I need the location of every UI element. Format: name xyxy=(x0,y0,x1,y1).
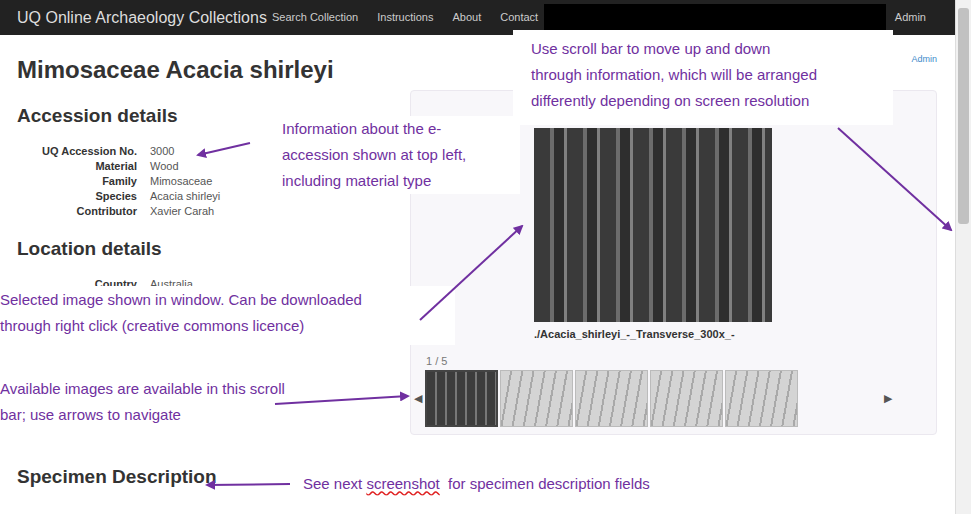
annotation-line: accession shown at top left, xyxy=(282,142,518,168)
note-part: for specimen description fields xyxy=(440,475,650,492)
annotation-line: Use scroll bar to move up and down xyxy=(531,36,893,62)
footer-note: See next screenshot for specimen descrip… xyxy=(303,471,652,497)
note-part: See next xyxy=(303,475,366,492)
prev-arrow-icon[interactable]: ◀ xyxy=(411,390,425,407)
redaction-box xyxy=(544,4,886,31)
scrollbar-track xyxy=(955,0,971,514)
nav-link[interactable]: Contact xyxy=(500,9,538,26)
annotation: Available images are available in this s… xyxy=(0,376,350,428)
image-counter: 1 / 5 xyxy=(411,354,936,368)
nav-link[interactable]: Instructions xyxy=(377,9,433,26)
thumbnail[interactable] xyxy=(425,370,498,427)
location-heading: Location details xyxy=(17,237,410,261)
field-label: Material xyxy=(17,159,137,174)
annotation: Use scroll bar to move up and downthroug… xyxy=(513,30,893,125)
annotation-line: Available images are available in this s… xyxy=(0,376,350,402)
field-value: Xavier Carah xyxy=(150,204,410,219)
page-title: Mimosaceae Acacia shirleyi xyxy=(17,55,334,85)
field-label: Contributor xyxy=(17,204,137,219)
annotation-arrows xyxy=(0,0,971,514)
annotation-line: differently depending on screen resoluti… xyxy=(531,88,893,114)
annotation-line: through information, which will be arran… xyxy=(531,62,893,88)
nav-links: Search Collection Instructions About Contac… xyxy=(272,9,538,26)
annotation-line: bar; use arrows to navigate xyxy=(0,402,350,428)
annotation-line: including material type xyxy=(282,168,518,194)
thumbnail[interactable] xyxy=(650,370,723,427)
image-caption: ./Acacia_shirleyi_-_Transverse_300x_- xyxy=(534,327,936,341)
thumbnail[interactable] xyxy=(500,370,573,427)
page: UQ Online Archaeology Collections Search… xyxy=(0,0,971,514)
nav-link[interactable]: Search Collection xyxy=(272,9,358,26)
annotation: Selected image shown in window. Can be d… xyxy=(0,286,455,345)
field-label: Species xyxy=(17,189,137,204)
next-arrow-icon[interactable]: ▶ xyxy=(884,390,892,407)
field-label: UQ Accession No. xyxy=(17,144,137,159)
brand[interactable]: UQ Online Archaeology Collections xyxy=(17,6,272,30)
field-label: Family xyxy=(17,174,137,189)
nav-link[interactable]: About xyxy=(452,9,481,26)
thumbnail[interactable] xyxy=(575,370,648,427)
annotation-line: through right click (creative commons li… xyxy=(0,313,455,339)
note-part: screenshot xyxy=(366,475,439,492)
thumbnail[interactable] xyxy=(725,370,798,427)
annotation-line: Selected image shown in window. Can be d… xyxy=(0,287,455,313)
nav-admin-link[interactable]: Admin xyxy=(895,9,926,26)
thumbnail-strip: ◀ ▶ xyxy=(411,370,936,427)
annotation-line: Information about the e- xyxy=(282,116,518,142)
scrollbar-thumb[interactable] xyxy=(958,8,969,224)
admin-link[interactable]: Admin xyxy=(911,53,937,67)
thumbnails xyxy=(425,370,798,427)
selected-image[interactable] xyxy=(534,128,772,322)
annotation: Information about the e-accession shown … xyxy=(280,116,520,194)
